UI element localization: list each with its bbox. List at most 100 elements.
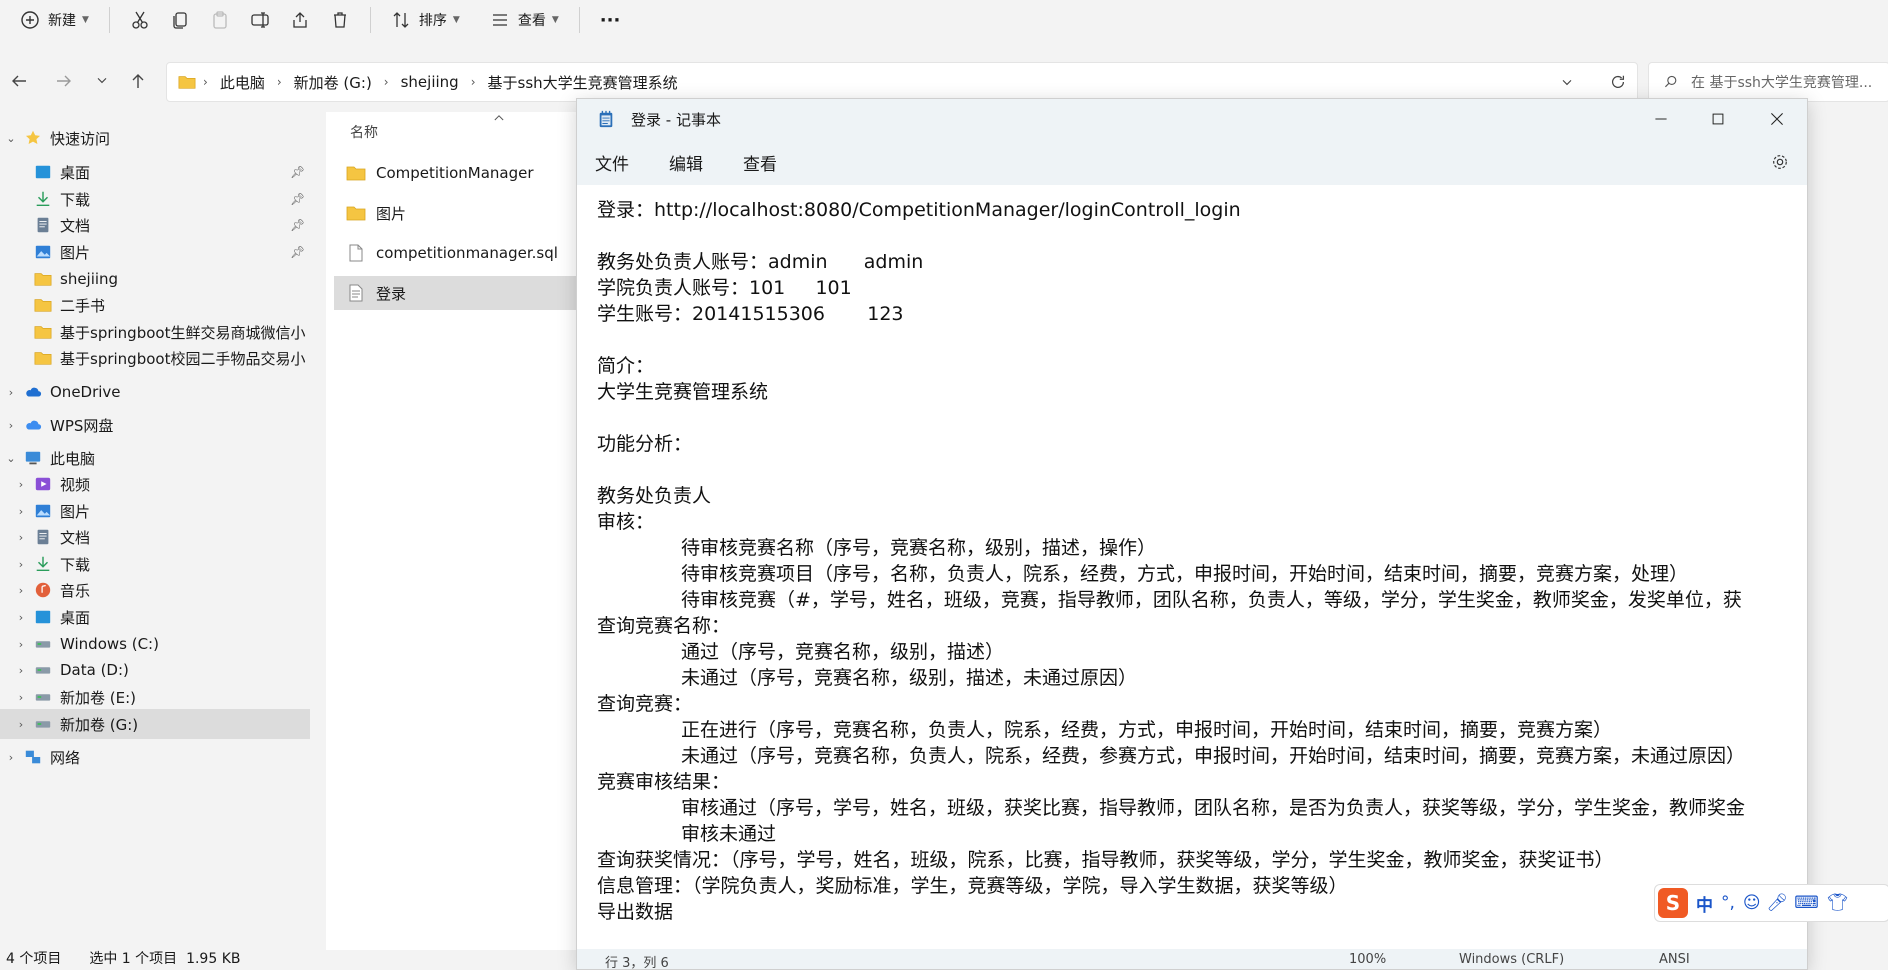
sidebar-item-label: 图片: [60, 502, 91, 521]
file-row[interactable]: competitionmanager.sql: [334, 236, 579, 270]
search-box[interactable]: 在 基于ssh大学生竞赛管理...: [1648, 62, 1888, 102]
delete-button[interactable]: [320, 4, 360, 36]
folder-icon: [26, 387, 42, 397]
text-line: 学生账号：20141515306 123: [597, 303, 904, 325]
sidebar-item-label: 图片: [60, 243, 91, 262]
sidebar-item[interactable]: 基于springboot校园二手物品交易小: [0, 343, 310, 373]
skin-icon[interactable]: 👕︎: [1827, 893, 1849, 913]
address-bar[interactable]: › 此电脑 › 新加卷 (G:) › shejiing › 基于ssh大学生竞赛…: [166, 62, 1638, 102]
breadcrumb-shejiing[interactable]: shejiing: [401, 73, 459, 91]
notepad-text-area[interactable]: 登录：http://localhost:8080/CompetitionMana…: [577, 185, 1807, 945]
breadcrumb-this-pc[interactable]: 此电脑: [220, 72, 265, 93]
punctuation-icon[interactable]: °,: [1721, 893, 1735, 913]
microphone-icon[interactable]: 🎤︎: [1767, 893, 1789, 913]
paste-button[interactable]: [200, 4, 240, 36]
cut-button[interactable]: [120, 4, 160, 36]
forward-arrow-icon[interactable]: [54, 71, 74, 91]
sidebar-item-label: 下载: [60, 190, 91, 209]
plus-circle-icon: [21, 11, 39, 29]
sidebar-item-label: 二手书: [60, 296, 106, 315]
keyboard-icon[interactable]: ⌨: [1794, 893, 1819, 913]
refresh-icon[interactable]: [1609, 73, 1627, 91]
sidebar-item-label: shejiing: [60, 270, 119, 288]
copy-button[interactable]: [160, 4, 200, 36]
chevron-right-icon[interactable]: ›: [4, 386, 18, 399]
folder-icon: [25, 750, 41, 764]
notepad-titlebar[interactable]: 登录 - 记事本: [577, 99, 1807, 139]
back-arrow-icon[interactable]: [9, 71, 29, 91]
file-row[interactable]: CompetitionManager: [334, 156, 579, 190]
pin-icon[interactable]: 📌︎: [290, 245, 305, 259]
up-arrow-icon[interactable]: [128, 71, 148, 91]
chevron-down-icon[interactable]: [1559, 74, 1575, 90]
file-name: 登录: [376, 284, 407, 303]
chevron-right-icon[interactable]: ›: [14, 718, 28, 731]
menu-view[interactable]: 查看: [743, 150, 777, 175]
sidebar-item[interactable]: › WPS网盘: [0, 410, 310, 440]
sidebar-item[interactable]: ⌄ 快速访问: [0, 123, 310, 153]
new-button[interactable]: 新建 ▼: [10, 4, 99, 36]
ime-toolbar[interactable]: S 中 °, ☺ 🎤︎ ⌨ 👕︎: [1654, 884, 1888, 922]
more-button[interactable]: ···: [590, 4, 631, 36]
view-button[interactable]: 查看 ▼: [480, 4, 569, 36]
sidebar-item-label: 桌面: [60, 608, 91, 627]
pin-icon[interactable]: 📌︎: [290, 218, 305, 232]
emoji-icon[interactable]: ☺: [1743, 893, 1761, 913]
sort-label: 排序: [418, 13, 447, 29]
sidebar-item[interactable]: › 新加卷 (E:): [0, 682, 310, 712]
pin-icon[interactable]: 📌︎: [290, 192, 305, 206]
chevron-right-icon[interactable]: ›: [14, 638, 28, 651]
text-line: 功能分析：: [597, 433, 693, 455]
pin-icon[interactable]: 📌︎: [290, 165, 305, 179]
close-icon[interactable]: [1769, 111, 1785, 127]
sidebar-item-label: 基于springboot校园二手物品交易小: [60, 349, 306, 368]
menu-edit[interactable]: 编辑: [669, 150, 703, 175]
chevron-down-icon[interactable]: ⌄: [4, 132, 18, 145]
rename-button[interactable]: [240, 4, 280, 36]
folder-icon: [34, 326, 52, 339]
sidebar-item[interactable]: › 音乐: [0, 575, 310, 605]
sort-button[interactable]: 排序 ▼: [381, 4, 470, 36]
column-header-name[interactable]: 名称: [350, 122, 378, 142]
chevron-down-icon: ▼: [82, 15, 89, 25]
file-row[interactable]: 登录: [334, 276, 579, 310]
sidebar-item[interactable]: 图片 📌︎: [0, 237, 310, 267]
chevron-right-icon[interactable]: ›: [14, 558, 28, 571]
sidebar-item[interactable]: › Data (D:): [0, 655, 310, 685]
share-button[interactable]: [280, 4, 320, 36]
sidebar-item[interactable]: › OneDrive: [0, 377, 310, 407]
chevron-right-icon[interactable]: ›: [14, 531, 28, 544]
sidebar-item[interactable]: 文档 📌︎: [0, 210, 310, 240]
ime-mode[interactable]: 中: [1696, 891, 1713, 916]
chevron-right-icon[interactable]: ›: [14, 611, 28, 624]
gear-icon[interactable]: [1771, 153, 1789, 171]
chevron-right-icon[interactable]: ›: [14, 478, 28, 491]
folder-icon: [36, 556, 50, 572]
recent-chevron-icon[interactable]: [94, 72, 110, 88]
chevron-right-icon[interactable]: ›: [14, 584, 28, 597]
chevron-right-icon: ›: [470, 75, 476, 89]
chevron-right-icon[interactable]: ›: [14, 691, 28, 704]
chevron-right-icon[interactable]: ›: [14, 664, 28, 677]
maximize-icon[interactable]: [1711, 112, 1725, 126]
chevron-right-icon[interactable]: ›: [14, 505, 28, 518]
divider: [108, 7, 110, 33]
chevron-down-icon[interactable]: ⌄: [4, 452, 18, 465]
chevron-right-icon[interactable]: ›: [4, 419, 18, 432]
sidebar-item[interactable]: › 网络: [0, 742, 310, 772]
breadcrumb-project[interactable]: 基于ssh大学生竞赛管理系统: [488, 72, 678, 93]
minimize-icon[interactable]: [1653, 111, 1669, 127]
text-line: 审核未通过: [681, 823, 777, 845]
sidebar-item[interactable]: › 视频: [0, 469, 310, 499]
sidebar-item[interactable]: 二手书: [0, 290, 310, 320]
text-line: 教务处负责人账号：admin admin: [597, 251, 924, 273]
chevron-right-icon[interactable]: ›: [4, 751, 18, 764]
breadcrumb-drive-g[interactable]: 新加卷 (G:): [294, 72, 372, 93]
file-row[interactable]: 图片: [334, 196, 579, 230]
sidebar-item[interactable]: 桌面 📌︎: [0, 157, 310, 187]
sidebar-item[interactable]: › 文档: [0, 522, 310, 552]
sidebar-item[interactable]: › 新加卷 (G:): [0, 709, 310, 739]
folder-icon: [35, 477, 51, 491]
menu-file[interactable]: 文件: [595, 150, 629, 175]
sidebar-item[interactable]: › 桌面: [0, 602, 310, 632]
